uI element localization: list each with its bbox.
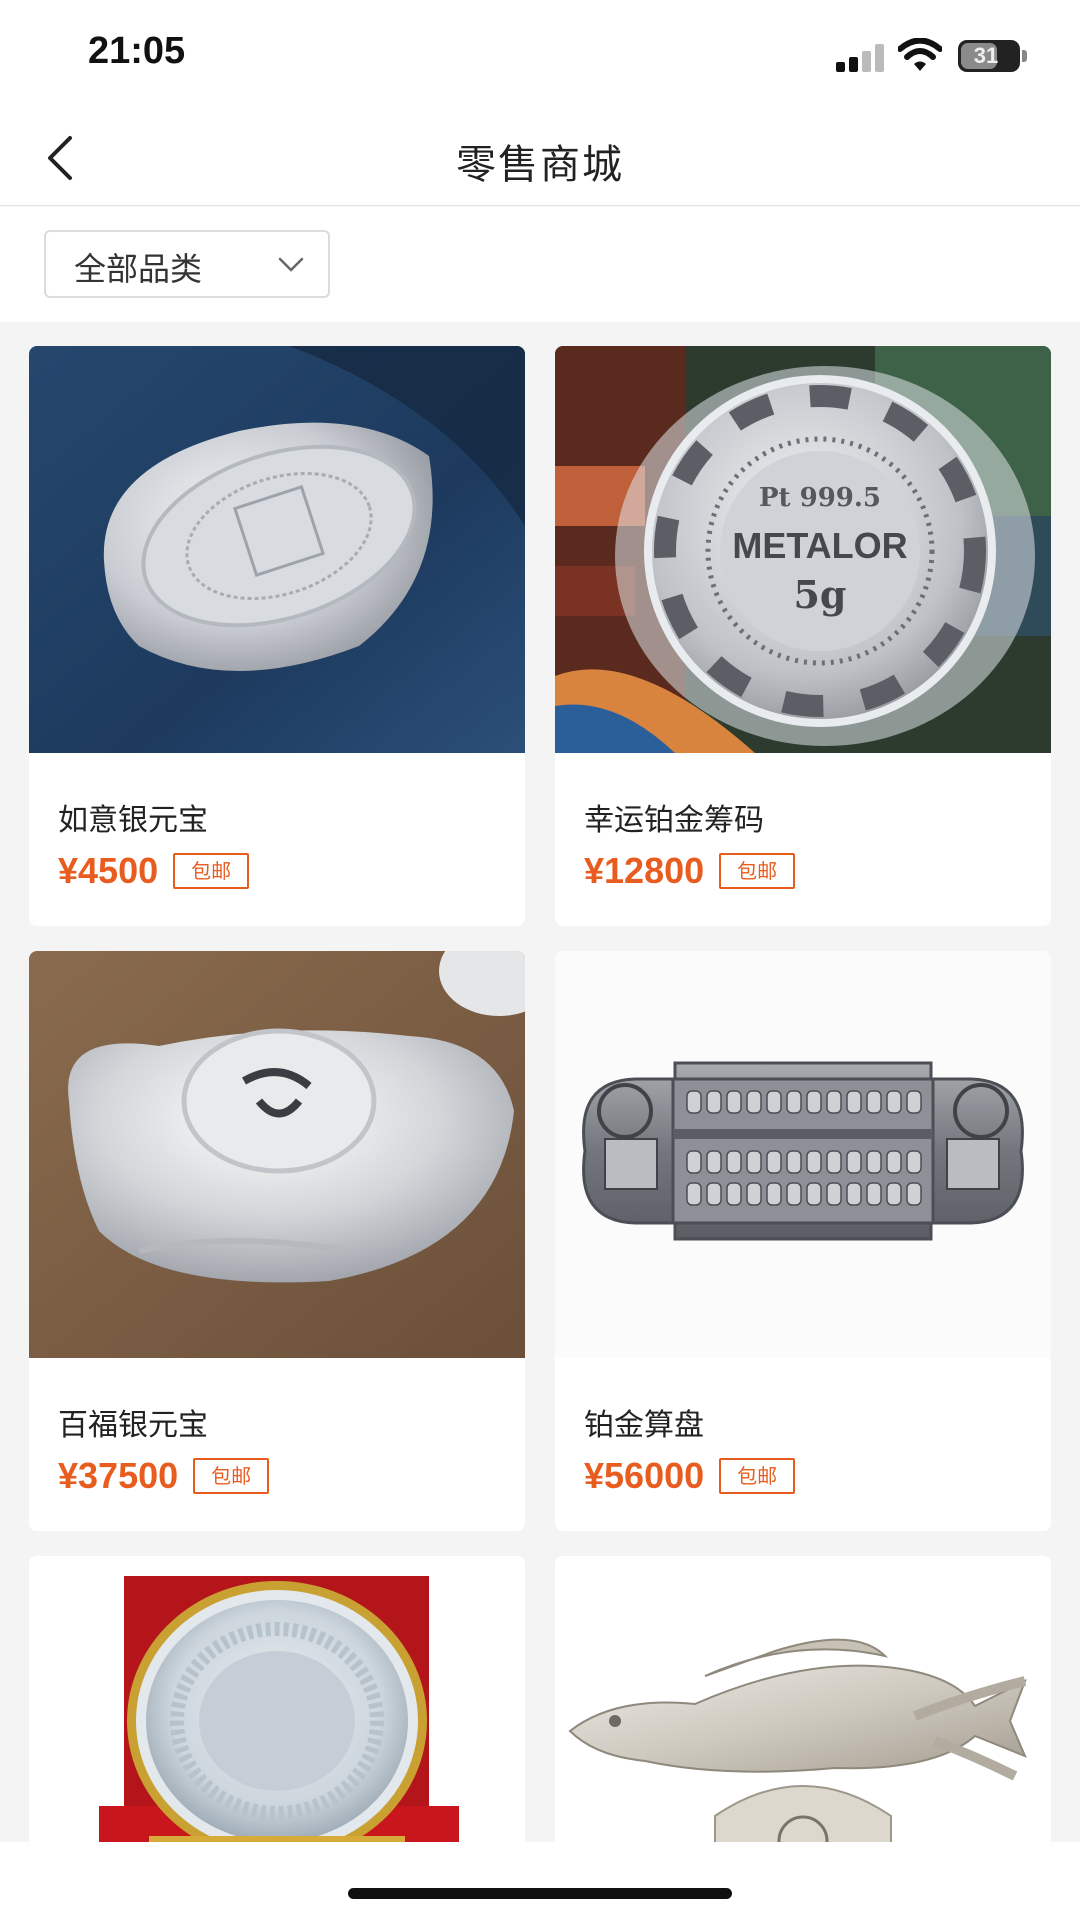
platinum-abacus-image bbox=[555, 951, 1051, 1358]
product-card[interactable] bbox=[555, 1556, 1051, 1876]
product-info: 幸运铂金筹码 ¥12800 包邮 bbox=[555, 753, 1051, 926]
silver-ingot-fu-image bbox=[29, 951, 525, 1358]
product-name: 幸运铂金筹码 bbox=[584, 803, 764, 838]
silver-plate-image bbox=[29, 1556, 525, 1876]
product-price: ¥12800 bbox=[584, 850, 705, 891]
product-price: ¥37500 bbox=[58, 1455, 179, 1496]
product-price: ¥56000 bbox=[584, 1455, 705, 1496]
product-name: 如意银元宝 bbox=[58, 803, 208, 838]
home-indicator[interactable] bbox=[348, 1888, 732, 1899]
page-title: 零售商城 bbox=[456, 142, 624, 188]
product-card[interactable] bbox=[29, 1556, 525, 1876]
filter-row: 全部品类 bbox=[0, 207, 1080, 322]
free-shipping-badge: 包邮 bbox=[193, 1458, 270, 1494]
product-grid: 如意银元宝 ¥4500 包邮 Pt 999.5 METALOR 5g 幸运铂金筹… bbox=[29, 346, 1051, 1876]
product-card[interactable]: 百福银元宝 ¥37500 包邮 bbox=[29, 951, 525, 1531]
product-info: 铂金算盘 ¥56000 包邮 bbox=[555, 1358, 1051, 1531]
coin-purity-text: Pt 999.5 bbox=[759, 483, 881, 513]
signal-icon bbox=[836, 44, 886, 72]
coin-weight-text: 5g bbox=[793, 572, 846, 617]
price-row: ¥4500 包邮 bbox=[58, 850, 250, 891]
free-shipping-badge: 包邮 bbox=[719, 853, 796, 889]
product-price: ¥4500 bbox=[58, 850, 159, 891]
product-card[interactable]: Pt 999.5 METALOR 5g 幸运铂金筹码 ¥12800 包邮 bbox=[555, 346, 1051, 926]
product-card[interactable]: 如意银元宝 ¥4500 包邮 bbox=[29, 346, 525, 926]
nav-bar: 零售商城 bbox=[0, 108, 1080, 206]
product-card[interactable]: 铂金算盘 ¥56000 包邮 bbox=[555, 951, 1051, 1531]
silver-ingot-image bbox=[29, 346, 525, 753]
price-row: ¥37500 包邮 bbox=[58, 1455, 270, 1496]
product-info: 百福银元宝 ¥37500 包邮 bbox=[29, 1358, 525, 1531]
chevron-down-icon bbox=[278, 257, 304, 272]
price-row: ¥56000 包邮 bbox=[584, 1455, 796, 1496]
wifi-icon bbox=[898, 38, 942, 71]
product-name: 百福银元宝 bbox=[58, 1408, 208, 1443]
price-row: ¥12800 包邮 bbox=[584, 850, 796, 891]
category-selected-label: 全部品类 bbox=[74, 250, 203, 288]
home-area bbox=[0, 1842, 1080, 1920]
category-dropdown[interactable]: 全部品类 bbox=[44, 230, 330, 298]
product-info: 如意银元宝 ¥4500 包邮 bbox=[29, 753, 525, 926]
status-bar: 21:05 31 bbox=[0, 0, 1080, 108]
battery-icon: 31 bbox=[958, 40, 1020, 72]
product-name: 铂金算盘 bbox=[584, 1408, 704, 1443]
battery-tip bbox=[1022, 50, 1027, 62]
status-time: 21:05 bbox=[88, 30, 186, 72]
platinum-chip-image: Pt 999.5 METALOR 5g bbox=[555, 346, 1051, 753]
free-shipping-badge: 包邮 bbox=[719, 1458, 796, 1494]
silver-arowana-image bbox=[555, 1556, 1051, 1876]
battery-level: 31 bbox=[973, 43, 999, 68]
free-shipping-badge: 包邮 bbox=[173, 853, 250, 889]
coin-brand-text: METALOR bbox=[732, 525, 907, 566]
